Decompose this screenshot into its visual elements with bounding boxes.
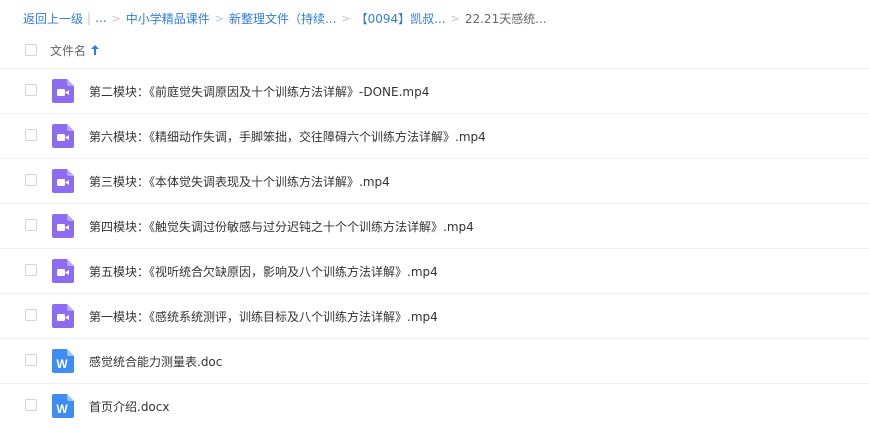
row-checkbox[interactable] [25,129,37,141]
file-name[interactable]: 第六模块：《精细动作失调，手脚笨拙，交往障碍六个训练方法详解》.mp4 [89,128,486,145]
word-file-icon: W [52,349,74,373]
breadcrumb: 返回上一级 | ... > 中小学精品课件 > 新整理文件（持续... > 【0… [23,8,547,28]
file-row[interactable]: 第四模块：《触觉失调过份敏感与过分迟钝之十个个训练方法详解》.mp4 [0,203,869,248]
word-icon-letter: W [56,357,68,371]
sort-ascending-icon[interactable] [91,45,100,55]
list-header: 文件名 [0,34,869,66]
chevron-right-icon: > [111,11,121,25]
file-row[interactable]: W 感觉统合能力测量表.doc [0,338,869,383]
file-row[interactable]: 第五模块：《视听统合欠缺原因，影响及八个训练方法详解》.mp4 [0,248,869,293]
row-checkbox[interactable] [25,174,37,186]
chevron-right-icon: > [341,11,351,25]
breadcrumb-item-1[interactable]: 中小学精品课件 [126,10,210,27]
file-name[interactable]: 感觉统合能力测量表.doc [89,353,222,370]
file-name[interactable]: 第五模块：《视听统合欠缺原因，影响及八个训练方法详解》.mp4 [89,263,438,280]
file-name[interactable]: 首页介绍.docx [89,398,169,415]
file-name[interactable]: 第三模块：《本体觉失调表现及十个训练方法详解》.mp4 [89,173,390,190]
video-file-icon [52,304,74,328]
breadcrumb-divider: | [87,11,92,25]
breadcrumb-current: 22.21天感统... [464,11,547,26]
file-list: 第二模块：《前庭觉失调原因及十个训练方法详解》-DONE.mp4 第六模块：《精… [0,68,869,428]
file-row[interactable]: 第三模块：《本体觉失调表现及十个训练方法详解》.mp4 [0,158,869,203]
breadcrumb-item-2[interactable]: 新整理文件（持续... [229,10,336,27]
file-row[interactable]: 第一模块：《感统系统测评，训练目标及八个训练方法详解》.mp4 [0,293,869,338]
row-checkbox[interactable] [25,219,37,231]
row-checkbox[interactable] [25,354,37,366]
file-row[interactable]: 第二模块：《前庭觉失调原因及十个训练方法详解》-DONE.mp4 [0,68,869,113]
word-icon-letter: W [56,402,68,416]
file-row[interactable]: W 首页介绍.docx [0,383,869,428]
breadcrumb-ellipsis[interactable]: ... [95,11,106,25]
file-name[interactable]: 第二模块：《前庭觉失调原因及十个训练方法详解》-DONE.mp4 [89,83,429,100]
chevron-right-icon: > [214,11,224,25]
file-row[interactable]: 第六模块：《精细动作失调，手脚笨拙，交往障碍六个训练方法详解》.mp4 [0,113,869,158]
breadcrumb-item-3[interactable]: 【0094】凯叔... [356,10,446,27]
word-file-icon: W [52,394,74,418]
video-file-icon [52,214,74,238]
column-header-label: 文件名 [50,43,87,58]
column-header-filename[interactable]: 文件名 [50,42,100,59]
file-name[interactable]: 第一模块：《感统系统测评，训练目标及八个训练方法详解》.mp4 [89,308,438,325]
file-name[interactable]: 第四模块：《触觉失调过份敏感与过分迟钝之十个个训练方法详解》.mp4 [89,218,474,235]
select-all-checkbox[interactable] [25,44,37,56]
video-file-icon [52,79,74,103]
row-checkbox[interactable] [25,309,37,321]
back-link[interactable]: 返回上一级 [23,10,83,27]
video-file-icon [52,169,74,193]
row-checkbox[interactable] [25,264,37,276]
row-checkbox[interactable] [25,84,37,96]
chevron-right-icon: > [450,11,460,25]
row-checkbox[interactable] [25,399,37,411]
video-file-icon [52,124,74,148]
video-file-icon [52,259,74,283]
